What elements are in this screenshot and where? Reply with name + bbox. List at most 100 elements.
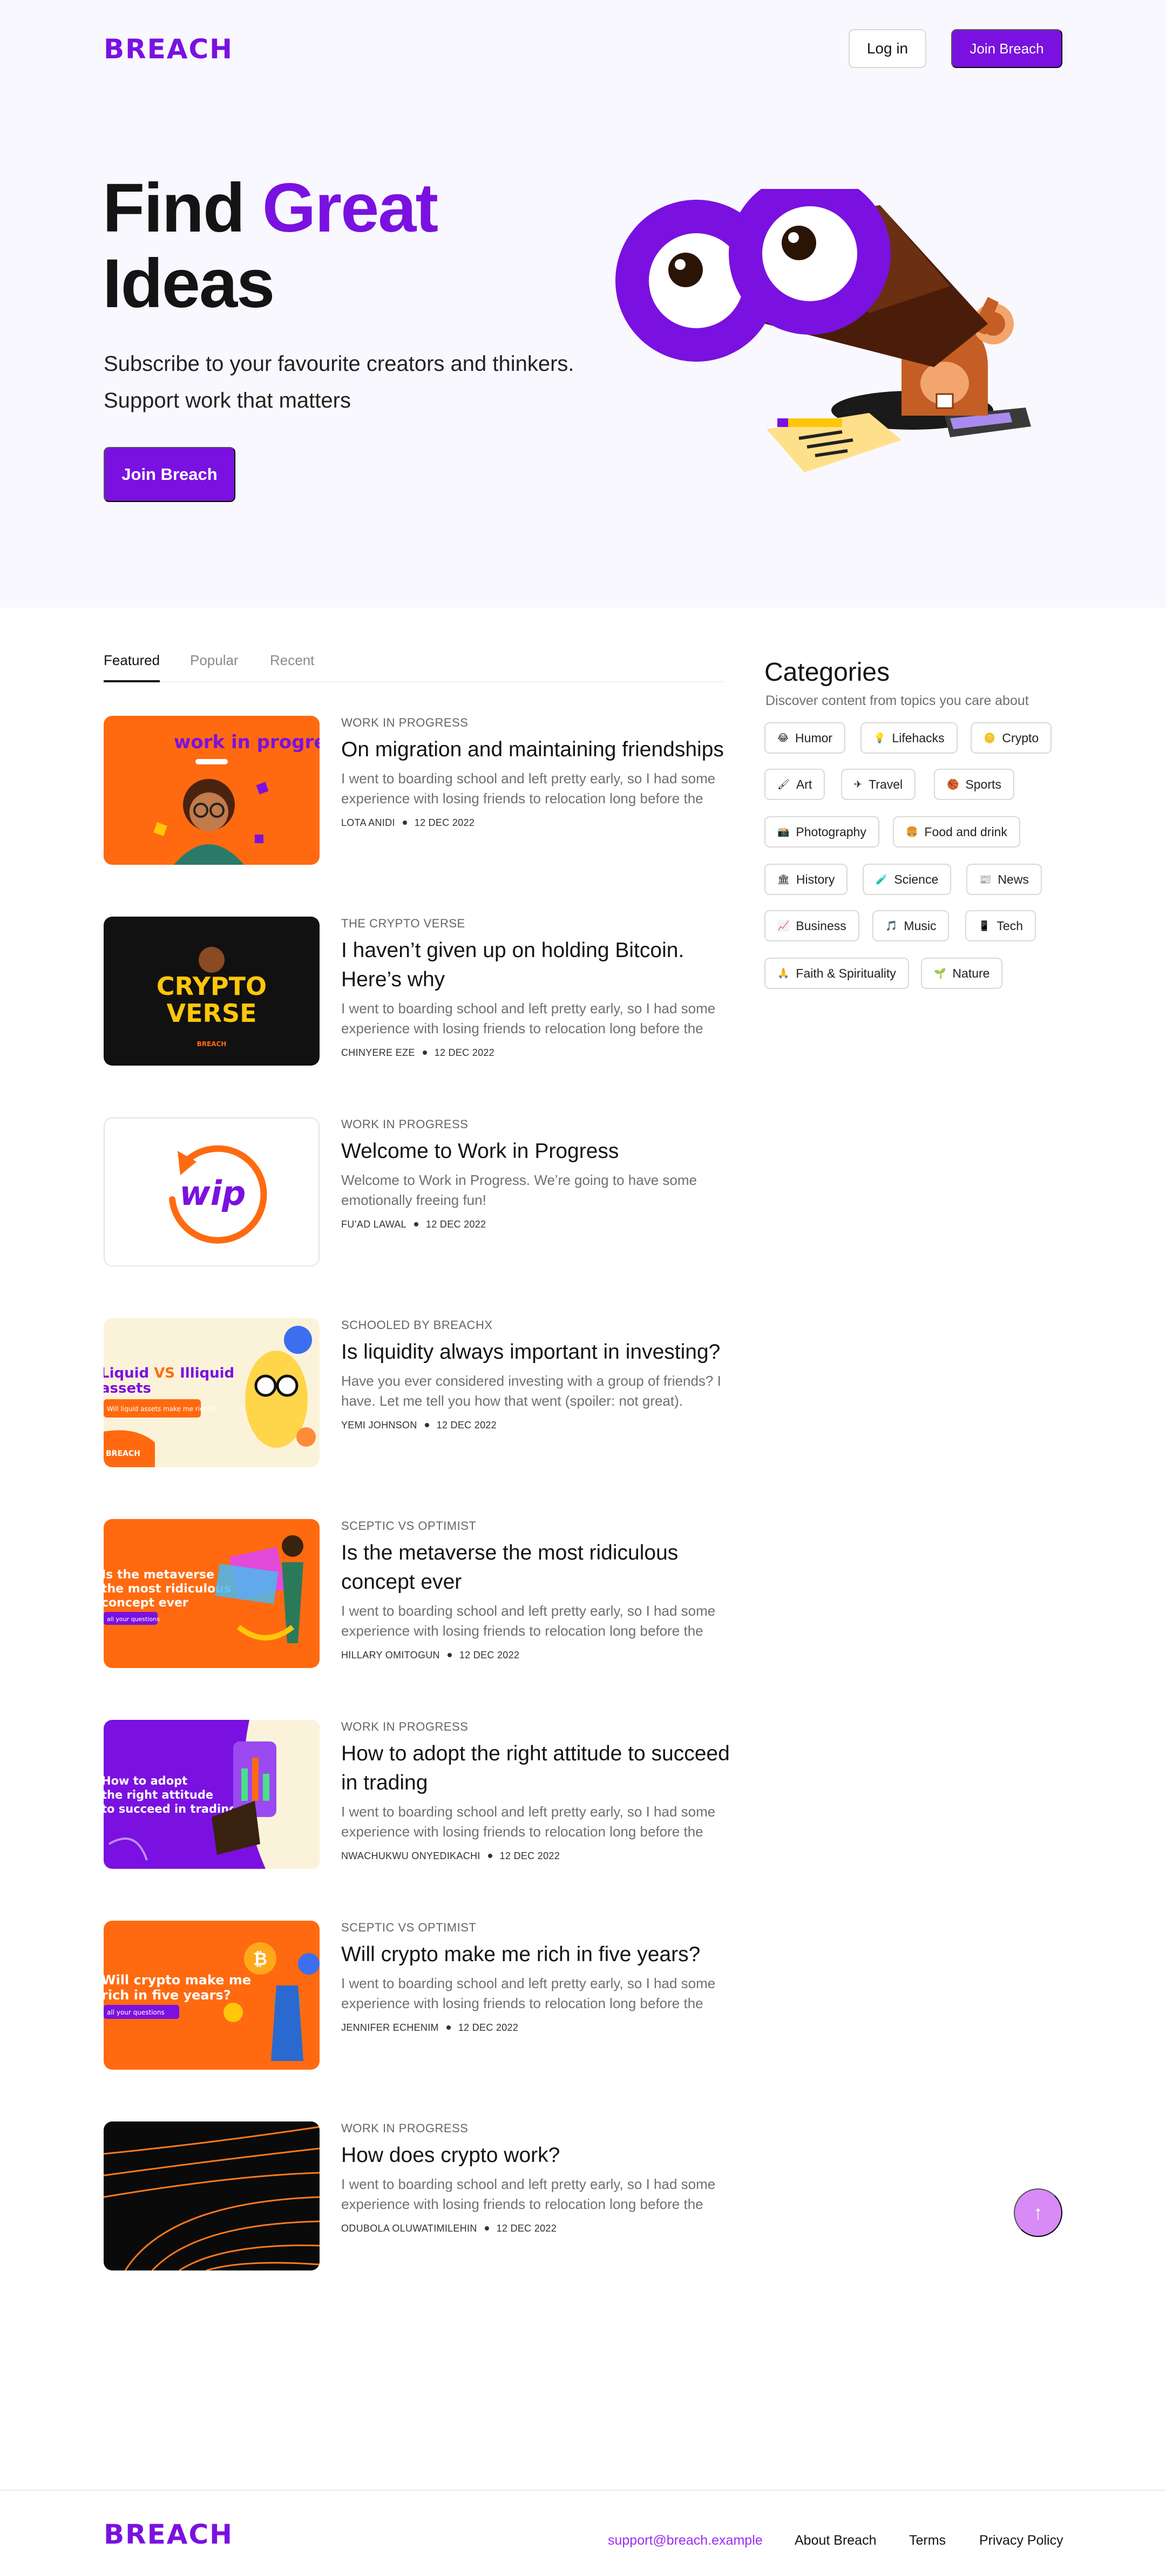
privacy-policy-link[interactable]: Privacy Policy bbox=[979, 2533, 1063, 2548]
article-tag[interactable]: SCEPTIC VS OPTIMIST bbox=[341, 1519, 730, 1533]
tab-recent[interactable]: Recent bbox=[270, 652, 314, 682]
category-chip-photography[interactable]: 📸 Photography bbox=[764, 816, 879, 848]
article-card[interactable]: How to adopt the right attitude to succe… bbox=[104, 1720, 730, 1869]
article-author[interactable]: YEMI JOHNSON bbox=[341, 1420, 417, 1431]
article-thumbnail[interactable]: Liquid VS Illiquid assets Will liquid as… bbox=[104, 1318, 320, 1467]
article-thumbnail[interactable]: How to adopt the right attitude to succe… bbox=[104, 1720, 320, 1869]
article-card[interactable]: Will crypto make me rich in five years? … bbox=[104, 1921, 730, 2070]
feed-tabs: Featured Popular Recent bbox=[104, 652, 723, 682]
article-tag[interactable]: SCEPTIC VS OPTIMIST bbox=[341, 1921, 730, 1935]
article-thumbnail[interactable]: CRYPTO VERSE BREACH bbox=[104, 917, 320, 1066]
article-thumbnail[interactable] bbox=[104, 2121, 320, 2270]
article-meta: ODUBOLA OLUWATIMILEHIN 12 DEC 2022 bbox=[341, 2223, 730, 2234]
scroll-to-top-button[interactable]: ↑ bbox=[1014, 2188, 1062, 2237]
about-breach-link[interactable]: About Breach bbox=[795, 2533, 877, 2548]
thumb-caption: all your questions bbox=[107, 1616, 160, 1623]
article-tag[interactable]: THE CRYPTO VERSE bbox=[341, 917, 730, 931]
article-title[interactable]: How to adopt the right attitude to succe… bbox=[341, 1739, 730, 1798]
article-author[interactable]: JENNIFER ECHENIM bbox=[341, 2022, 439, 2033]
burger-icon: 🍔 bbox=[906, 826, 918, 837]
category-label: Food and drink bbox=[924, 824, 1007, 839]
category-chip-humor[interactable]: 😂 Humor bbox=[764, 722, 846, 754]
article-thumbnail[interactable]: Will crypto make me rich in five years? … bbox=[104, 1921, 320, 2070]
article-card[interactable]: Is the metaverse the most ridiculous con… bbox=[104, 1519, 730, 1668]
category-label: Sports bbox=[965, 777, 1001, 791]
category-label: Business bbox=[796, 918, 846, 933]
category-chip-crypto[interactable]: 🪙 Crypto bbox=[971, 722, 1052, 754]
article-author[interactable]: HILLARY OMITOGUN bbox=[341, 1650, 440, 1660]
lightbulb-icon: 💡 bbox=[873, 732, 886, 743]
category-chip-science[interactable]: 🧪 Science bbox=[863, 864, 952, 895]
category-label: Humor bbox=[795, 730, 833, 745]
article-excerpt: Have you ever considered investing with … bbox=[341, 1373, 721, 1409]
footer-breach-logo[interactable]: BREACH bbox=[104, 2519, 233, 2550]
join-breach-nav-button[interactable]: Join Breach bbox=[951, 29, 1062, 68]
article-meta: NWACHUKWU ONYEDIKACHI 12 DEC 2022 bbox=[341, 1850, 730, 1862]
article-text: WORK IN PROGRESS How does crypto work? I… bbox=[341, 2121, 730, 2234]
article-excerpt: I went to boarding school and left prett… bbox=[341, 1603, 716, 1639]
article-thumbnail[interactable]: work in progress bbox=[104, 716, 320, 865]
category-chip-travel[interactable]: ✈ Travel bbox=[841, 769, 916, 800]
hero-title-part1: Find bbox=[103, 170, 262, 247]
article-card[interactable]: wip WORK IN PROGRESS Welcome to Work in … bbox=[104, 1117, 730, 1266]
article-author[interactable]: FU’AD LAWAL bbox=[341, 1219, 406, 1230]
breach-logo[interactable]: BREACH bbox=[104, 33, 233, 65]
category-chip-sports[interactable]: 🏀 Sports bbox=[934, 769, 1014, 800]
article-tag[interactable]: WORK IN PROGRESS bbox=[341, 1720, 730, 1734]
category-chip-tech[interactable]: 📱 Tech bbox=[965, 910, 1036, 941]
category-label: News bbox=[998, 872, 1029, 886]
support-email-link[interactable]: support@breach.example bbox=[608, 2533, 763, 2548]
category-chip-music[interactable]: 🎵 Music bbox=[872, 910, 950, 941]
article-card[interactable]: Liquid VS Illiquid assets Will liquid as… bbox=[104, 1318, 730, 1467]
article-date: 12 DEC 2022 bbox=[436, 1420, 497, 1431]
category-chip-business[interactable]: 📈 Business bbox=[764, 910, 859, 941]
article-title[interactable]: Is the metaverse the most ridiculous con… bbox=[341, 1538, 730, 1597]
article-title[interactable]: Is liquidity always important in investi… bbox=[341, 1338, 730, 1367]
article-card[interactable]: work in progress WORK IN PROGRESS On mig… bbox=[104, 716, 730, 865]
article-author[interactable]: CHINYERE EZE bbox=[341, 1047, 415, 1058]
article-tag[interactable]: WORK IN PROGRESS bbox=[341, 1117, 730, 1131]
join-breach-hero-button[interactable]: Join Breach bbox=[104, 447, 235, 502]
thumb-title-line2: VERSE bbox=[167, 999, 257, 1028]
article-tag[interactable]: WORK IN PROGRESS bbox=[341, 2121, 730, 2136]
category-chip-history[interactable]: 🏛 History bbox=[764, 864, 848, 895]
article-title[interactable]: Will crypto make me rich in five years? bbox=[341, 1940, 730, 1969]
article-title[interactable]: How does crypto work? bbox=[341, 2141, 730, 2170]
category-chip-news[interactable]: 📰 News bbox=[966, 864, 1042, 895]
category-chip-faith-spirituality[interactable]: 🙏 Faith & Spirituality bbox=[764, 958, 909, 989]
article-title[interactable]: I haven’t given up on holding Bitcoin. H… bbox=[341, 936, 730, 994]
login-button[interactable]: Log in bbox=[849, 29, 926, 68]
arrow-up-icon: ↑ bbox=[1033, 2201, 1043, 2224]
article-card[interactable]: WORK IN PROGRESS How does crypto work? I… bbox=[104, 2121, 730, 2270]
thumb-title-line3: concept ever bbox=[104, 1596, 188, 1610]
tab-featured[interactable]: Featured bbox=[104, 652, 160, 682]
terms-link[interactable]: Terms bbox=[909, 2533, 946, 2548]
article-meta: LOTA ANIDI 12 DEC 2022 bbox=[341, 817, 730, 829]
article-tag[interactable]: SCHOOLED BY BREACHX bbox=[341, 1318, 730, 1332]
thumb-title-line2: assets bbox=[104, 1380, 151, 1397]
laughing-emoji-icon: 😂 bbox=[777, 732, 789, 743]
hero-subtitle: Subscribe to your favourite creators and… bbox=[104, 345, 589, 419]
article-author[interactable]: ODUBOLA OLUWATIMILEHIN bbox=[341, 2223, 477, 2234]
thumb-title: wip bbox=[180, 1174, 246, 1213]
tab-popular[interactable]: Popular bbox=[190, 652, 239, 682]
article-thumbnail[interactable]: Is the metaverse the most ridiculous con… bbox=[104, 1519, 320, 1668]
article-excerpt: I went to boarding school and left prett… bbox=[341, 1804, 716, 1840]
article-title[interactable]: On migration and maintaining friendships bbox=[341, 735, 730, 764]
article-card[interactable]: CRYPTO VERSE BREACH THE CRYPTO VERSE I h… bbox=[104, 917, 730, 1066]
article-tag[interactable]: WORK IN PROGRESS bbox=[341, 716, 730, 730]
thumb-title-line1: Liquid VS Illiquid bbox=[104, 1365, 234, 1381]
category-chip-nature[interactable]: 🌱 Nature bbox=[921, 958, 1003, 989]
category-label: Lifehacks bbox=[892, 730, 945, 745]
camera-icon: 📸 bbox=[777, 826, 790, 837]
article-thumbnail[interactable]: wip bbox=[104, 1117, 320, 1266]
category-chip-food-and-drink[interactable]: 🍔 Food and drink bbox=[893, 816, 1020, 848]
article-author[interactable]: LOTA ANIDI bbox=[341, 817, 395, 828]
category-label: Art bbox=[796, 777, 812, 791]
category-chip-lifehacks[interactable]: 💡 Lifehacks bbox=[860, 722, 958, 754]
article-author[interactable]: NWACHUKWU ONYEDIKACHI bbox=[341, 1850, 480, 1861]
category-chip-art[interactable]: 🖌 Art bbox=[764, 769, 825, 800]
article-text: THE CRYPTO VERSE I haven’t given up on h… bbox=[341, 917, 730, 1059]
article-excerpt: I went to boarding school and left prett… bbox=[341, 770, 716, 806]
article-title[interactable]: Welcome to Work in Progress bbox=[341, 1137, 730, 1166]
